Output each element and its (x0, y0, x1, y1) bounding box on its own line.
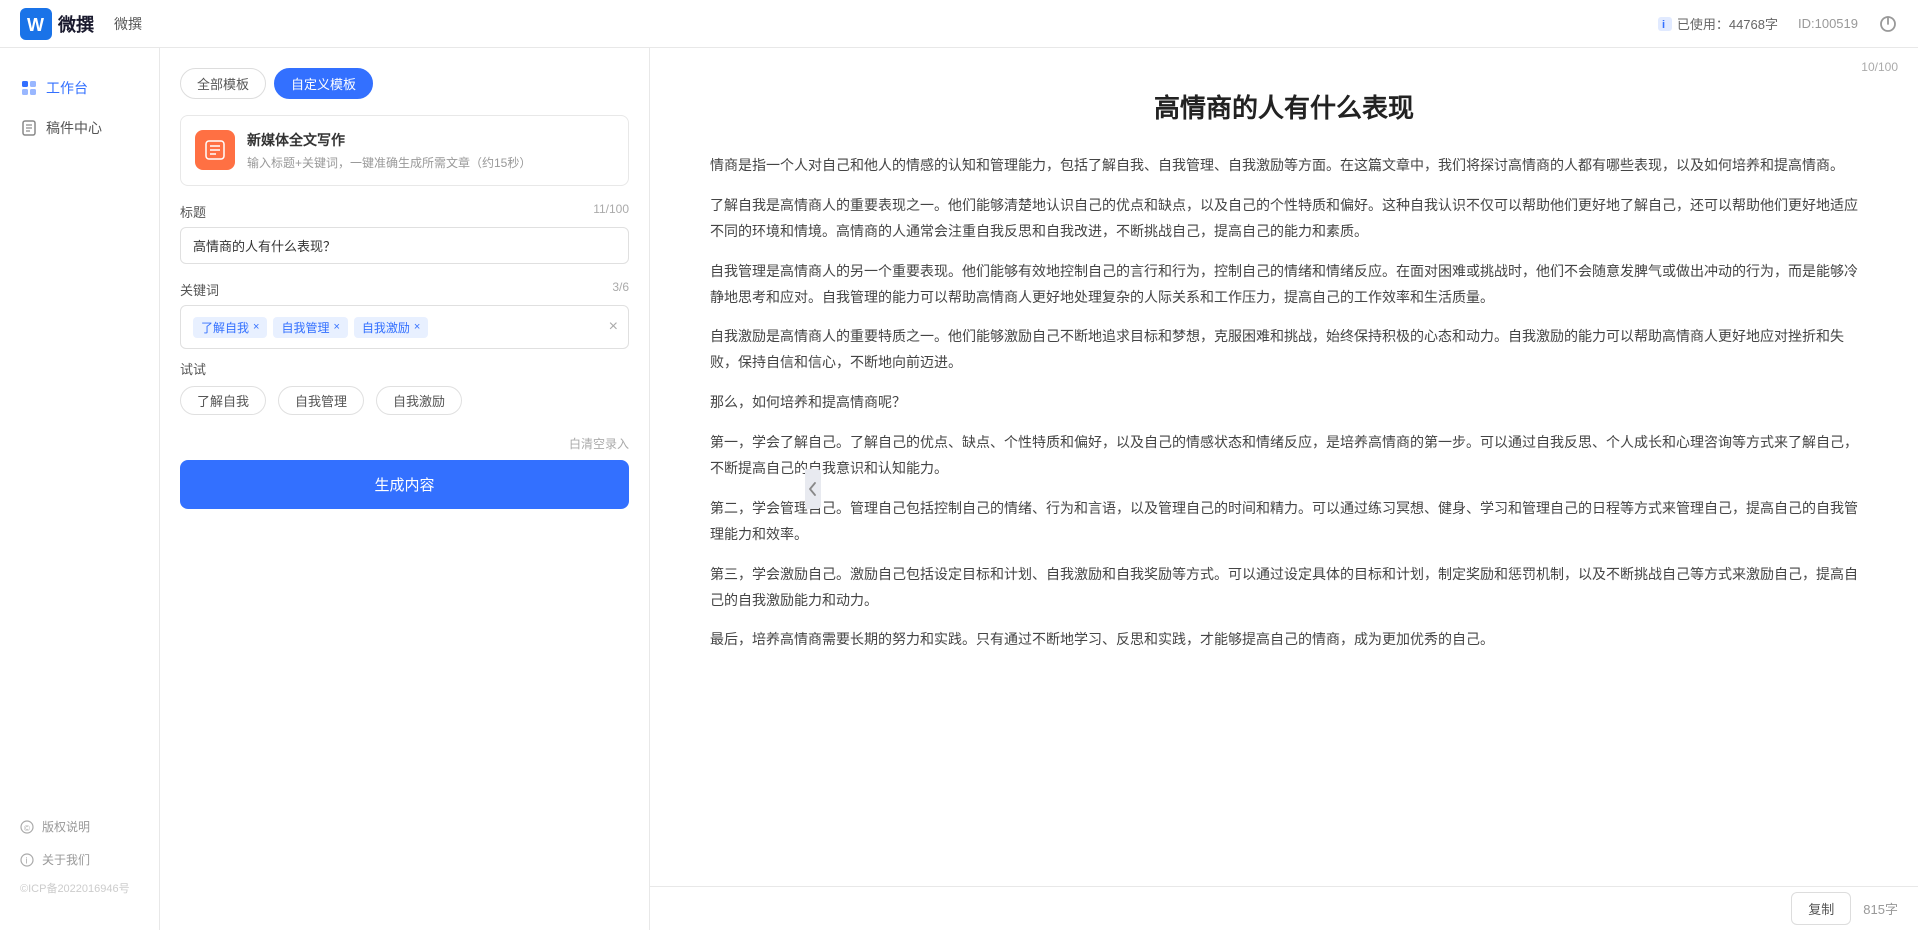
workspace-label: 工作台 (46, 78, 88, 98)
svg-text:i: i (26, 855, 28, 865)
left-panel: 全部模板 自定义模板 新媒体全文写作 输入标题+关键词，一键准确生成所需文章（约… (160, 48, 650, 930)
sidebar-item-drafts[interactable]: 稿件中心 (0, 108, 159, 148)
topbar-right: i 已使用：44768字 ID:100519 (1657, 14, 1898, 34)
try-tag-1[interactable]: 了解自我 (180, 386, 266, 415)
usage-info: i 已使用：44768字 (1657, 14, 1778, 33)
drafts-label: 稿件中心 (46, 118, 102, 138)
article-body: 情商是指一个人对自己和他人的情感的认知和管理能力，包括了解自我、自我管理、自我激… (710, 153, 1858, 653)
svg-text:i: i (1662, 19, 1665, 31)
usage-label: 已使用：44768字 (1677, 14, 1778, 33)
workspace-icon (20, 79, 38, 97)
card-info: 新媒体全文写作 输入标题+关键词，一键准确生成所需文章（约15秒） (247, 130, 531, 171)
svg-text:©: © (24, 824, 30, 833)
right-panel: 10/100 高情商的人有什么表现 情商是指一个人对自己和他人的情感的认知和管理… (650, 48, 1918, 930)
logo: W 微撰 (20, 8, 94, 40)
article-content: 10/100 高情商的人有什么表现 情商是指一个人对自己和他人的情感的认知和管理… (650, 48, 1918, 886)
copy-btn[interactable]: 复制 (1791, 892, 1851, 925)
remove-keyword-3[interactable]: × (414, 321, 420, 333)
clear-input-hint[interactable]: 白清空录入 (180, 435, 629, 452)
about-icon: i (20, 853, 34, 867)
tab-custom-templates[interactable]: 自定义模板 (274, 68, 373, 99)
topbar-title: 微撰 (114, 14, 142, 34)
card-icon (195, 130, 235, 170)
sidebar-item-copyright[interactable]: © 版权说明 (0, 810, 159, 843)
word-count: 815字 (1863, 899, 1898, 918)
remove-keyword-2[interactable]: × (333, 321, 339, 333)
drafts-icon (20, 119, 38, 137)
keyword-count: 3/6 (612, 280, 629, 299)
copyright-icon: © (20, 820, 34, 834)
collapse-arrow[interactable] (805, 469, 821, 509)
topbar-left: W 微撰 微撰 (20, 8, 142, 40)
topbar: W 微撰 微撰 i 已使用：44768字 ID:100519 (0, 0, 1918, 48)
title-input[interactable] (180, 227, 629, 264)
sidebar-item-about[interactable]: i 关于我们 (0, 843, 159, 876)
sidebar-bottom: © 版权说明 i 关于我们 ©ICP备2022016946号 (0, 800, 159, 910)
article-title: 高情商的人有什么表现 (710, 88, 1858, 125)
keyword-field-label: 关键词 3/6 (180, 280, 629, 299)
remove-keyword-1[interactable]: × (253, 321, 259, 333)
sidebar-item-workspace[interactable]: 工作台 (0, 68, 159, 108)
title-field-label: 标题 11/100 (180, 202, 629, 221)
power-icon[interactable] (1878, 14, 1898, 34)
title-count: 11/100 (593, 202, 629, 221)
svg-text:W: W (27, 15, 44, 35)
id-label: ID:100519 (1798, 16, 1858, 31)
main-layout: 工作台 稿件中心 © 版权说明 (0, 48, 1918, 930)
app-logo-text: 微撰 (58, 11, 94, 37)
tab-buttons: 全部模板 自定义模板 (180, 68, 629, 99)
icp-text: ©ICP备2022016946号 (0, 876, 159, 900)
keyword-tag-1: 了解自我 × (193, 317, 267, 338)
about-label: 关于我们 (42, 851, 90, 868)
try-tags: 了解自我 自我管理 自我激励 (180, 386, 629, 415)
card-desc: 输入标题+关键词，一键准确生成所需文章（约15秒） (247, 154, 531, 171)
keywords-clear-btn[interactable]: × (609, 318, 618, 336)
sidebar-nav: 工作台 稿件中心 (0, 68, 159, 148)
content-area: 全部模板 自定义模板 新媒体全文写作 输入标题+关键词，一键准确生成所需文章（约… (160, 48, 1918, 930)
try-tag-3[interactable]: 自我激励 (376, 386, 462, 415)
try-label: 试试 (180, 359, 629, 378)
collapse-icon (808, 481, 818, 497)
logo-icon: W (20, 8, 52, 40)
tab-all-templates[interactable]: 全部模板 (180, 68, 266, 99)
generate-btn[interactable]: 生成内容 (180, 460, 629, 509)
try-tag-2[interactable]: 自我管理 (278, 386, 364, 415)
copyright-label: 版权说明 (42, 818, 90, 835)
sidebar: 工作台 稿件中心 © 版权说明 (0, 48, 160, 930)
article-counter: 10/100 (1861, 60, 1898, 74)
template-card: 新媒体全文写作 输入标题+关键词，一键准确生成所需文章（约15秒） (180, 115, 629, 186)
keyword-tag-2: 自我管理 × (273, 317, 347, 338)
right-bottom-bar: 复制 815字 (650, 886, 1918, 930)
info-icon: i (1657, 16, 1673, 32)
keyword-tag-3: 自我激励 × (354, 317, 428, 338)
try-section: 试试 了解自我 自我管理 自我激励 (180, 359, 629, 415)
keywords-container[interactable]: 了解自我 × 自我管理 × 自我激励 × × (180, 305, 629, 349)
card-title: 新媒体全文写作 (247, 130, 531, 150)
